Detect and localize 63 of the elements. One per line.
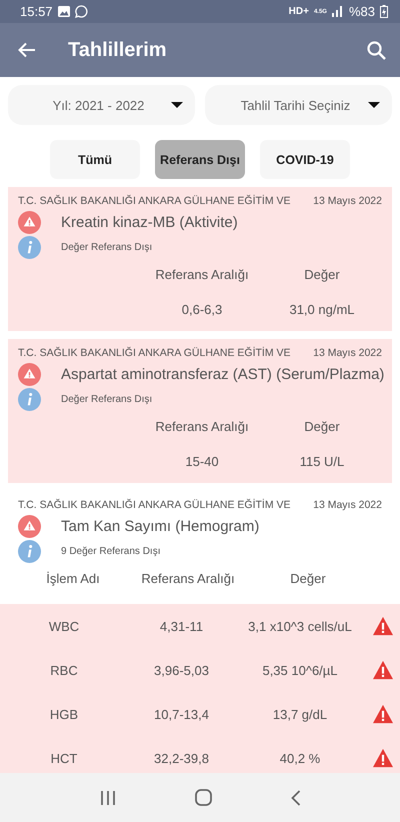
status-note: 9 Değer Referans Dışı	[61, 546, 160, 557]
institution-name: T.C. SAĞLIK BAKANLIĞI ANKARA GÜLHANE EĞİTİM VE	[18, 347, 290, 359]
back-nav-icon[interactable]	[290, 790, 300, 806]
column-label: Referans Aralığı	[154, 266, 250, 284]
test-name: Aspartat aminotransferaz (AST) (Serum/Plazma)	[61, 366, 384, 383]
dropdown[interactable]: Yıl: 2021 - 2022	[8, 85, 195, 125]
info-icon	[18, 388, 41, 411]
filter-button[interactable]: Tümü	[50, 140, 140, 179]
caret-icon	[368, 102, 380, 108]
institution-name: T.C. SAĞLIK BAKANLIĞI ANKARA GÜLHANE EĞİTİM VE	[18, 499, 290, 511]
signal-icon	[332, 6, 344, 17]
result-date: 13 Mayıs 2022	[313, 347, 382, 359]
test-code: HGB	[48, 706, 80, 722]
home-icon[interactable]	[194, 789, 212, 806]
result-date: 13 Mayıs 2022	[313, 195, 382, 207]
reference-range: 10,7-13,4	[153, 706, 210, 722]
result-value: 31,0 ng/mL	[288, 301, 356, 319]
result-value: 5,35 10^6/µL	[261, 662, 339, 678]
network-label: HD+	[288, 6, 309, 17]
column-label: Değer	[303, 418, 341, 436]
chat-icon	[74, 5, 88, 18]
column-label: İşlem Adı	[45, 570, 101, 588]
status-note: Değer Referans Dışı	[61, 394, 152, 405]
column-label: Değer	[303, 266, 341, 284]
test-code: RBC	[49, 662, 79, 678]
reference-range: 3,96-5,03	[153, 662, 210, 678]
status-note: Değer Referans Dışı	[61, 242, 152, 253]
screen-title: Tahlillerim	[68, 38, 167, 62]
column-label: Referans Aralığı	[140, 570, 236, 588]
recent-apps-icon[interactable]	[100, 790, 116, 806]
back-icon[interactable]	[18, 42, 36, 58]
column-label: Değer	[289, 570, 327, 588]
test-name: Tam Kan Sayımı (Hemogram)	[61, 518, 260, 535]
result-card[interactable]: T.C. SAĞLIK BAKANLIĞI ANKARA GÜLHANE EĞİTİM VE 13 Mayıs 2022 Kreatin kinaz-MB (Aktivite) Değer Referans Dışı Referans Aralığı Değer 0,6-6,3 31,0 ng/mL	[8, 187, 392, 331]
reference-range: 15-40	[184, 453, 220, 471]
warning-icon	[18, 515, 41, 538]
reference-range: 0,6-6,3	[180, 301, 224, 319]
test-code: HCT	[50, 750, 78, 766]
dropdown[interactable]: Tahlil Tarihi Seçiniz	[205, 85, 392, 125]
institution-name: T.C. SAĞLIK BAKANLIĞI ANKARA GÜLHANE EĞİTİM VE	[18, 195, 290, 207]
result-value: 115 U/L	[298, 453, 346, 471]
result-card[interactable]: T.C. SAĞLIK BAKANLIĞI ANKARA GÜLHANE EĞİTİM VE 13 Mayıs 2022 Aspartat aminotransferaz (AST) (Serum/Plazma) Değer Referans Dışı Referans Aralığı Değer 15-40 115 U/L	[8, 339, 392, 483]
reference-range: 4,31-11	[158, 618, 204, 634]
column-label: Referans Aralığı	[154, 418, 250, 436]
gallery-icon	[58, 6, 70, 17]
info-icon	[18, 236, 41, 259]
filter-button[interactable]: COVID-19	[260, 140, 350, 179]
status-time: 15:57	[20, 4, 53, 19]
caret-icon	[171, 102, 183, 108]
test-code: WBC	[48, 618, 80, 634]
filter-button[interactable]: Referans Dışı	[155, 140, 245, 179]
result-value: 40,2 %	[278, 750, 322, 766]
battery-icon	[380, 5, 388, 18]
search-icon[interactable]	[367, 40, 386, 60]
result-value: 13,7 g/dL	[272, 706, 328, 722]
warning-icon	[18, 211, 41, 234]
battery-percent: %83	[348, 4, 375, 19]
result-date: 13 Mayıs 2022	[313, 499, 382, 511]
warning-icon	[18, 363, 41, 386]
test-name: Kreatin kinaz-MB (Aktivite)	[61, 214, 238, 231]
result-value: 3,1 x10^3 cells/uL	[247, 618, 353, 634]
info-icon	[18, 540, 41, 563]
reference-range: 32,2-39,8	[153, 750, 210, 766]
